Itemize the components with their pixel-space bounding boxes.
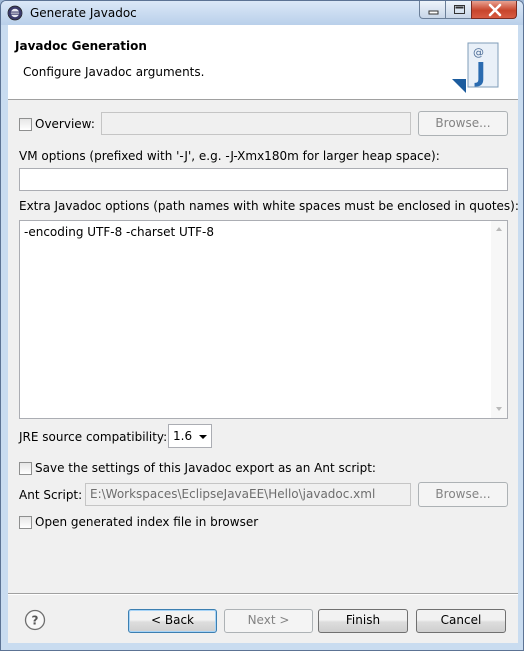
next-button[interactable]: Next > — [224, 609, 313, 633]
open-index-label: Open generated index file in browser — [35, 515, 259, 529]
vm-options-input[interactable] — [19, 168, 508, 191]
ant-browse-button[interactable]: Browse... — [418, 482, 508, 507]
ant-script-label: Ant Script: — [19, 488, 83, 502]
javadoc-wizard-icon: @ J — [452, 42, 499, 93]
maximize-button[interactable] — [445, 1, 472, 19]
cancel-button[interactable]: Cancel — [416, 609, 506, 633]
close-button[interactable] — [471, 1, 517, 19]
title-bar[interactable]: Generate Javadoc — [1, 1, 523, 25]
ant-script-value: E:\Workspaces\EclipseJavaEE\Hello\javado… — [90, 487, 376, 501]
svg-text:J: J — [474, 58, 486, 88]
jre-select[interactable]: 1.6 — [168, 424, 212, 448]
banner-subtitle: Configure Javadoc arguments. — [23, 65, 205, 79]
overview-field[interactable] — [101, 112, 411, 135]
generate-javadoc-window: Generate Javadoc Javadoc Generation Conf… — [0, 0, 524, 651]
vertical-scrollbar[interactable] — [491, 221, 507, 418]
back-button[interactable]: < Back — [128, 609, 217, 633]
vm-options-label: VM options (prefixed with '-J', e.g. -J-… — [19, 149, 440, 163]
help-label: ? — [32, 614, 39, 628]
window-title: Generate Javadoc — [30, 6, 137, 20]
jre-value: 1.6 — [173, 429, 193, 443]
banner-title: Javadoc Generation — [15, 39, 147, 53]
save-ant-checkbox[interactable] — [19, 462, 32, 475]
scrollbar-arrows-icon — [496, 227, 502, 411]
save-ant-label: Save the settings of this Javadoc export… — [35, 461, 376, 475]
ant-script-field[interactable]: E:\Workspaces\EclipseJavaEE\Hello\javado… — [85, 483, 411, 506]
button-bar-separator — [8, 593, 518, 595]
jre-label: JRE source compatibility: — [19, 430, 168, 444]
help-icon[interactable]: ? — [24, 609, 46, 631]
overview-label: Overview: — [35, 117, 95, 131]
chevron-down-icon — [199, 435, 207, 439]
minimize-icon — [428, 10, 439, 15]
finish-button[interactable]: Finish — [318, 609, 408, 633]
eclipse-icon — [7, 5, 23, 21]
overview-browse-button[interactable]: Browse... — [418, 111, 508, 136]
dialog-client-area: Javadoc Generation Configure Javadoc arg… — [8, 25, 519, 643]
open-index-checkbox[interactable] — [19, 516, 32, 529]
close-icon — [488, 3, 502, 17]
extra-options-label: Extra Javadoc options (path names with w… — [19, 199, 519, 213]
extra-options-value: -encoding UTF-8 -charset UTF-8 — [24, 225, 214, 239]
minimize-button[interactable] — [419, 1, 446, 19]
overview-checkbox[interactable] — [19, 118, 32, 131]
extra-options-textarea[interactable]: -encoding UTF-8 -charset UTF-8 — [19, 220, 508, 419]
wizard-banner: Javadoc Generation Configure Javadoc arg… — [8, 25, 518, 100]
maximize-icon — [454, 5, 465, 14]
